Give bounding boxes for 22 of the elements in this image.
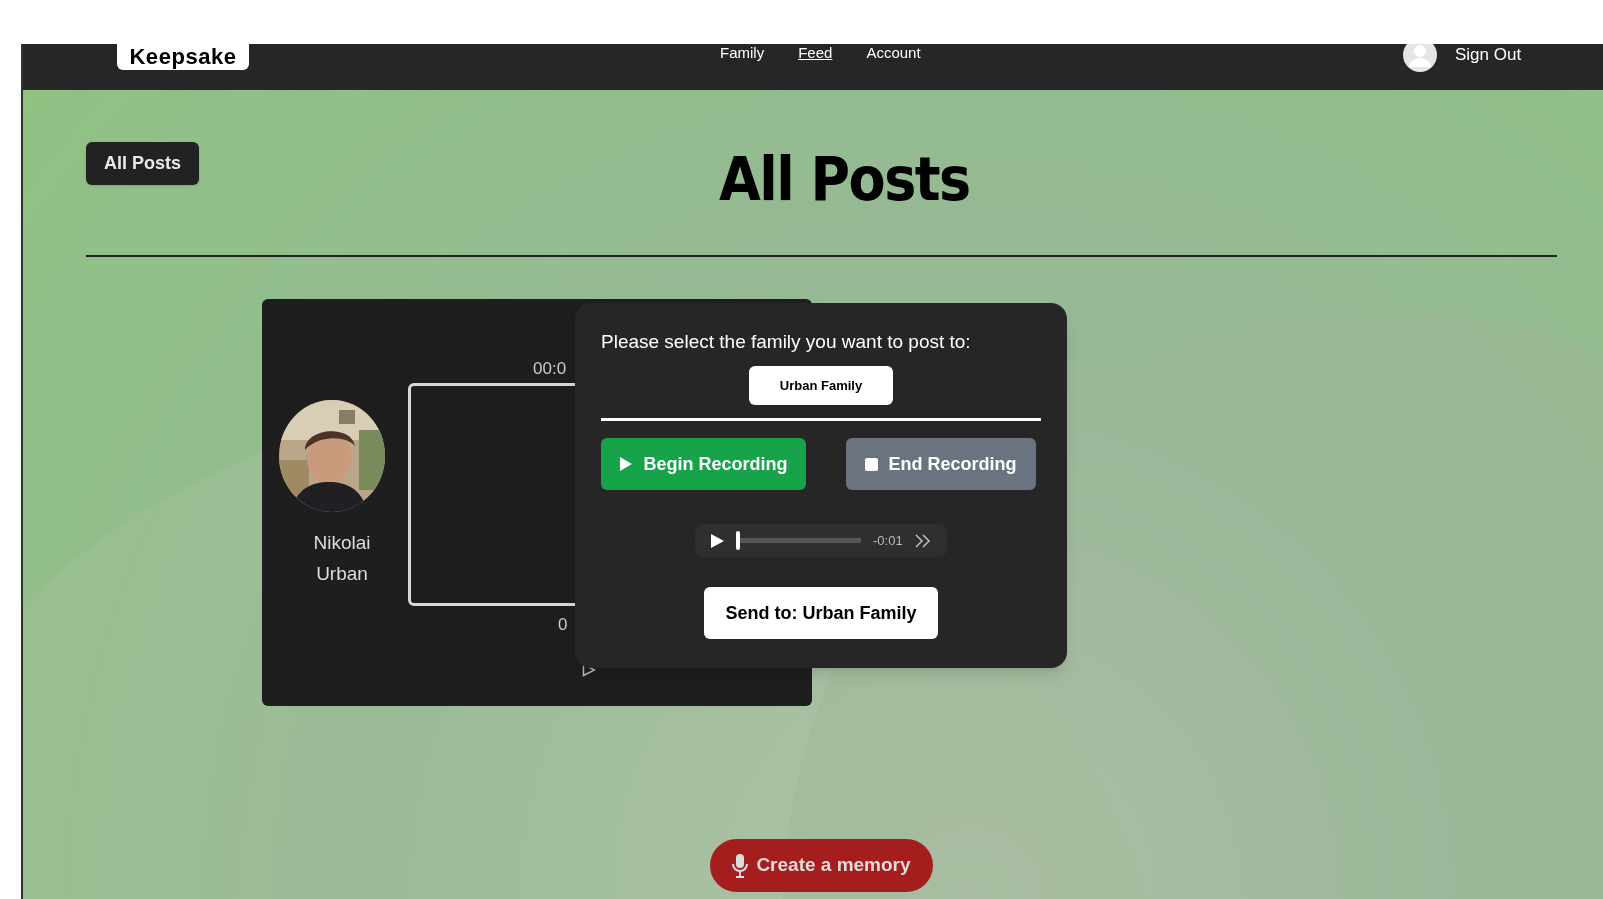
microphone-icon [732,853,749,878]
stop-icon [865,457,879,471]
timer-text: 0 [558,614,568,636]
nav-link[interactable]: Account [866,44,921,65]
send-button[interactable]: Send to: Urban Family [704,587,938,639]
seek-thumb[interactable] [736,531,740,550]
create-memory-button[interactable]: Create a memory [710,839,933,892]
timer-text: 00:0 [533,358,567,380]
time-remaining: -0:01 [873,531,903,550]
family-button[interactable]: Urban Family [749,366,893,405]
author-name: Nikolai Urban [312,531,372,586]
end-recording-button[interactable]: End Recording [846,438,1036,490]
nav-link[interactable]: Feed [798,44,833,65]
page-title: All Posts [719,144,970,214]
play-icon[interactable] [711,533,724,548]
play-icon [619,456,634,472]
nav-link[interactable]: Family [720,44,765,65]
avatar-icon[interactable] [1403,44,1437,72]
fast-forward-icon[interactable] [914,533,931,548]
all-posts-button[interactable]: All Posts [86,142,199,185]
dialog-prompt: Please select the family you want to post to: [601,330,972,354]
sign-out-link[interactable]: Sign Out [1455,44,1522,68]
